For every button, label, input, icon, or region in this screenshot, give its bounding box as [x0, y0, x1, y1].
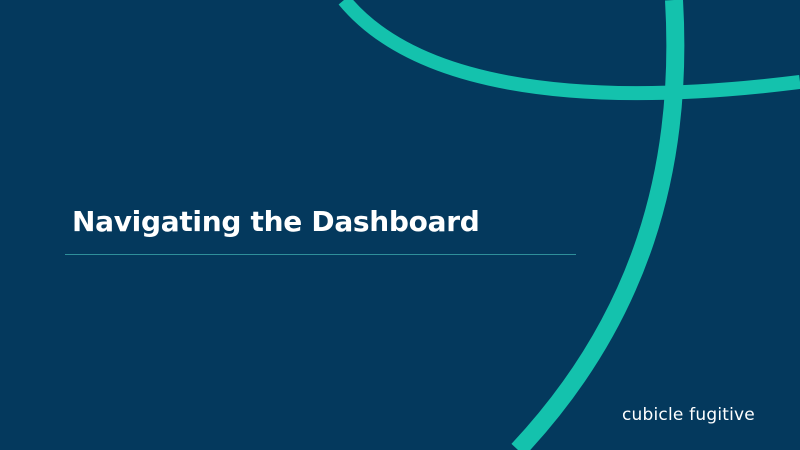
vertical-swoosh-curve — [511, 0, 685, 450]
slide: Navigating the Dashboard cubicle fugitiv… — [0, 0, 800, 450]
slide-title: Navigating the Dashboard — [72, 205, 480, 238]
title-divider — [65, 254, 576, 255]
upper-arc-curve — [338, 0, 800, 101]
brand-logo: cubicle fugitive — [622, 405, 755, 425]
